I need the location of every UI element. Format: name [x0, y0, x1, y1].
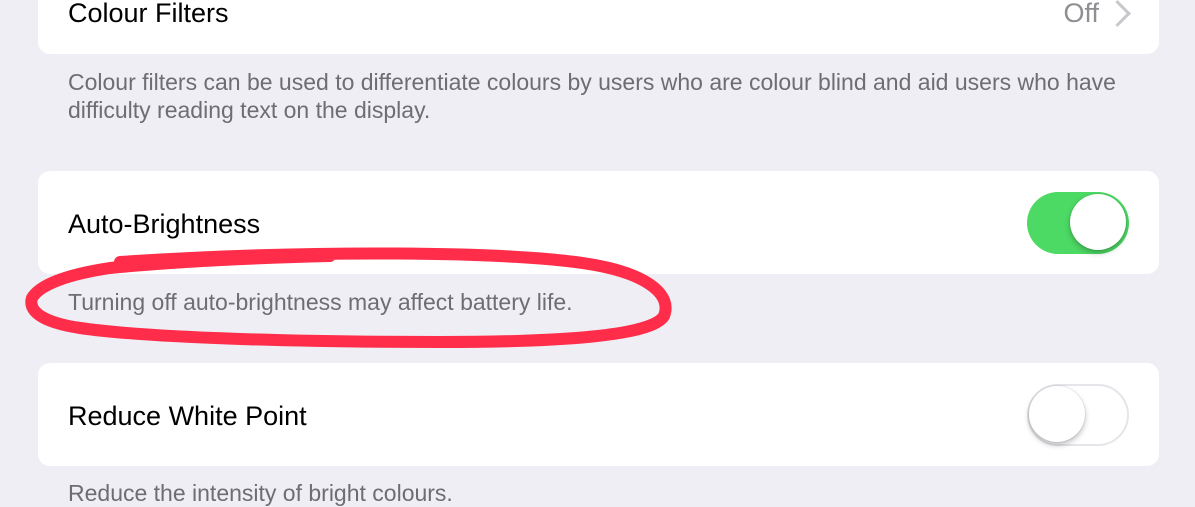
colour-filters-value: Off — [1063, 0, 1099, 28]
colour-filters-label: Colour Filters — [68, 0, 229, 28]
reduce-white-point-toggle[interactable] — [1027, 384, 1129, 446]
toggle-knob — [1029, 386, 1085, 442]
colour-filters-footnote: Colour filters can be used to differenti… — [68, 69, 1116, 123]
auto-brightness-footnote: Turning off auto-brightness may affect b… — [68, 289, 573, 315]
reduce-white-point-label: Reduce White Point — [68, 401, 307, 431]
auto-brightness-row: Auto-Brightness — [38, 171, 1159, 274]
toggle-knob — [1070, 194, 1126, 250]
reduce-white-point-footnote: Reduce the intensity of bright colours. — [68, 480, 453, 506]
auto-brightness-label: Auto-Brightness — [68, 209, 261, 239]
colour-filters-row[interactable]: Colour Filters Off — [38, 0, 1159, 54]
chevron-right-icon — [1104, 0, 1131, 27]
auto-brightness-toggle[interactable] — [1027, 192, 1129, 254]
reduce-white-point-row: Reduce White Point — [38, 363, 1159, 466]
